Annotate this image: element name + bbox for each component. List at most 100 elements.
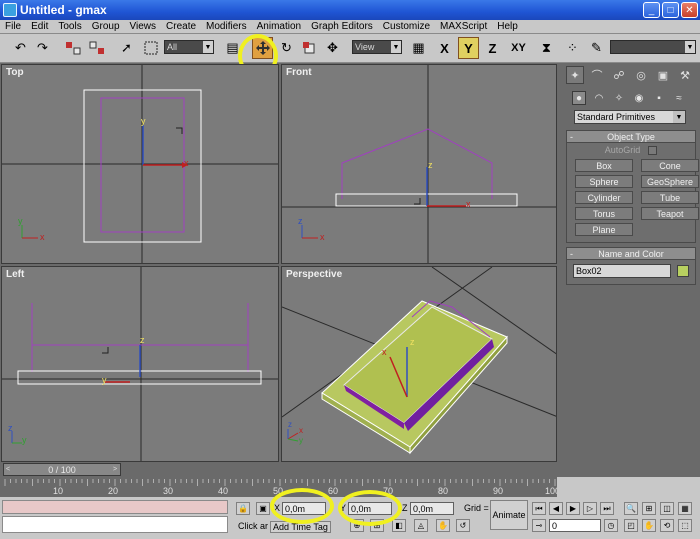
name-color-rollout-header[interactable]: - Name and Color <box>566 247 696 260</box>
select-region-icon[interactable] <box>140 37 161 59</box>
menu-graph-editors[interactable]: Graph Editors <box>306 21 378 32</box>
viewport-label-front[interactable]: Front <box>286 67 312 78</box>
menu-maxscript[interactable]: MAXScript <box>435 21 492 32</box>
gmax-app-icon[interactable] <box>3 3 17 17</box>
go-to-start-icon[interactable]: ⏮ <box>532 502 546 515</box>
zoom-extents-icon[interactable]: ◧ <box>392 519 406 532</box>
teapot-button[interactable]: Teapot <box>641 207 699 220</box>
select-and-link-icon[interactable] <box>62 37 83 59</box>
maximize-button[interactable]: □ <box>662 2 679 18</box>
field-of-view-icon[interactable]: ◬ <box>414 519 428 532</box>
utilities-tab-icon[interactable]: ⚒ <box>676 66 694 84</box>
prev-frame-arrow[interactable]: < <box>3 463 13 476</box>
lights-icon[interactable]: ✧ <box>612 91 626 105</box>
geosphere-button[interactable]: GeoSphere <box>641 175 699 188</box>
selection-filter-dropdown[interactable]: All ▼ <box>164 40 214 54</box>
geometry-icon[interactable]: ● <box>572 91 586 105</box>
viewport-front[interactable]: Front z x z x <box>281 64 557 264</box>
restrict-xy-button[interactable]: XY <box>508 37 529 59</box>
tube-button[interactable]: Tube <box>641 191 699 204</box>
z-coord-input[interactable]: 0,0m <box>410 502 454 515</box>
viewport-zoom-extents-all-icon[interactable]: ▦ <box>678 502 692 515</box>
mirror-icon[interactable]: ⧗ <box>536 37 557 59</box>
select-and-rotate-icon[interactable]: ↻ <box>276 37 297 59</box>
menu-tools[interactable]: Tools <box>53 21 86 32</box>
select-and-scale-icon[interactable] <box>298 37 319 59</box>
modify-tab-icon[interactable]: ⌒ <box>588 66 606 84</box>
time-slider-thumb[interactable]: 0 / 100 <box>3 463 121 476</box>
named-selection-dropdown[interactable]: ▼ <box>610 40 696 54</box>
pan-view-icon[interactable]: ✋ <box>436 519 450 532</box>
menu-help[interactable]: Help <box>492 21 523 32</box>
next-frame-arrow[interactable]: > <box>110 463 120 476</box>
motion-tab-icon[interactable]: ◎ <box>632 66 650 84</box>
viewport-region-zoom-icon[interactable]: ◰ <box>624 519 638 532</box>
maxscript-input-line[interactable] <box>2 516 228 533</box>
current-frame-input[interactable]: 0 <box>549 519 601 532</box>
viewport-pan-icon[interactable]: ✋ <box>642 519 656 532</box>
close-button[interactable]: ✕ <box>681 2 698 18</box>
cameras-icon[interactable]: ◉ <box>632 91 646 105</box>
shapes-icon[interactable]: ◠ <box>592 91 606 105</box>
menu-customize[interactable]: Customize <box>378 21 435 32</box>
viewport-zoom-icon[interactable]: 🔍 <box>624 502 638 515</box>
arc-rotate-icon[interactable]: ↺ <box>456 519 470 532</box>
create-tab-icon[interactable]: ✦ <box>566 66 584 84</box>
hierarchy-tab-icon[interactable]: ☍ <box>610 66 628 84</box>
primitive-category-dropdown[interactable]: Standard Primitives ▼ <box>574 110 686 124</box>
space-warps-icon[interactable]: ≈ <box>672 91 686 105</box>
helpers-icon[interactable]: ▪ <box>652 91 666 105</box>
plane-button[interactable]: Plane <box>575 223 633 236</box>
restrict-y-button[interactable]: Y <box>458 37 479 59</box>
lock-selection-icon[interactable]: 🔒 <box>236 502 250 515</box>
menu-animation[interactable]: Animation <box>252 21 306 32</box>
maximize-viewport-icon[interactable]: ⬚ <box>678 519 692 532</box>
autogrid-checkbox[interactable] <box>648 145 658 155</box>
go-to-end-icon[interactable]: ⏭ <box>600 502 614 515</box>
viewport-perspective[interactable]: Perspective z x z x y <box>281 266 557 462</box>
time-slider[interactable]: 0 / 100 < > <box>0 463 557 477</box>
next-frame-icon[interactable]: ▷ <box>583 502 597 515</box>
object-name-input[interactable]: Box02 <box>573 264 671 278</box>
absolute-mode-icon[interactable]: ▣ <box>256 502 270 515</box>
viewport-left[interactable]: Left z y z y <box>1 266 279 462</box>
viewport-label-perspective[interactable]: Perspective <box>286 269 342 280</box>
menu-modifiers[interactable]: Modifiers <box>201 21 252 32</box>
viewport-label-left[interactable]: Left <box>6 269 24 280</box>
use-center-icon[interactable]: ▦ <box>408 37 429 59</box>
undo-icon[interactable]: ↶ <box>10 37 31 59</box>
cylinder-button[interactable]: Cylinder <box>575 191 633 204</box>
display-tab-icon[interactable]: ▣ <box>654 66 672 84</box>
viewport-arc-rotate-icon[interactable]: ⟲ <box>660 519 674 532</box>
menu-views[interactable]: Views <box>125 21 162 32</box>
key-mode-icon[interactable]: ⊸ <box>532 519 546 532</box>
align-icon[interactable]: ✎ <box>586 37 607 59</box>
array-icon[interactable]: ⁘ <box>562 37 583 59</box>
viewport-label-top[interactable]: Top <box>6 67 24 78</box>
box-button[interactable]: Box <box>575 159 633 172</box>
menu-edit[interactable]: Edit <box>26 21 53 32</box>
viewport-zoom-all-icon[interactable]: ⊞ <box>642 502 656 515</box>
animate-button[interactable]: Animate <box>490 500 528 530</box>
viewport-top[interactable]: Top y x y x <box>1 64 279 264</box>
object-type-rollout-header[interactable]: - Object Type <box>566 130 696 143</box>
play-icon[interactable]: ▶ <box>566 502 580 515</box>
restrict-z-button[interactable]: Z <box>482 37 503 59</box>
pivot-point-icon[interactable]: ✥ <box>322 37 343 59</box>
cone-button[interactable]: Cone <box>641 159 699 172</box>
previous-frame-icon[interactable]: ◀ <box>549 502 563 515</box>
viewport-zoom-extents-icon[interactable]: ◫ <box>660 502 674 515</box>
time-configuration-icon[interactable]: ◷ <box>604 519 618 532</box>
minimize-button[interactable]: _ <box>643 2 660 18</box>
torus-button[interactable]: Torus <box>575 207 633 220</box>
object-color-swatch[interactable] <box>677 265 689 277</box>
menu-create[interactable]: Create <box>161 21 201 32</box>
restrict-x-button[interactable]: X <box>434 37 455 59</box>
menu-file[interactable]: File <box>0 21 26 32</box>
sphere-button[interactable]: Sphere <box>575 175 633 188</box>
select-object-icon[interactable]: ➚ <box>116 37 137 59</box>
unlink-selection-icon[interactable] <box>86 37 107 59</box>
maxscript-listener-line[interactable] <box>2 500 228 514</box>
menu-group[interactable]: Group <box>87 21 125 32</box>
redo-icon[interactable]: ↷ <box>32 37 53 59</box>
